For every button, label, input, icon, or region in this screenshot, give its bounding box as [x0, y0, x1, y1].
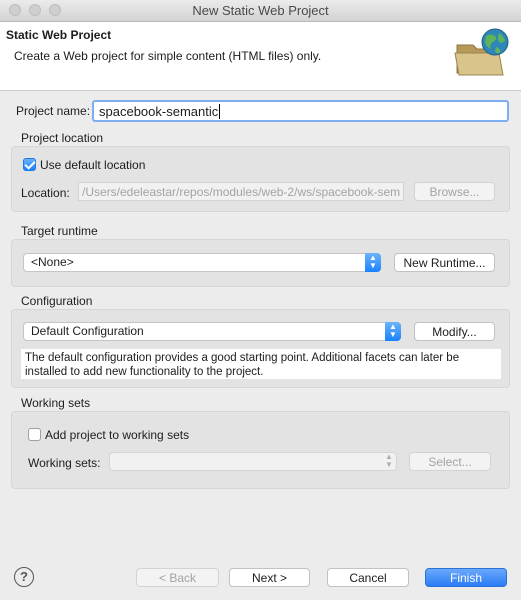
working-sets-group-label: Working sets	[21, 396, 91, 410]
project-name-value: spacebook-semantic	[99, 104, 219, 119]
select-working-sets-button[interactable]: Select...	[409, 452, 491, 471]
page-title: Static Web Project	[6, 28, 112, 42]
project-location-group	[11, 146, 510, 212]
working-sets-label: Working sets:	[28, 456, 101, 470]
location-value: /Users/edeleastar/repos/modules/web-2/ws…	[82, 185, 401, 199]
target-runtime-group-label: Target runtime	[21, 224, 98, 238]
modify-button[interactable]: Modify...	[414, 322, 495, 341]
page-description: Create a Web project for simple content …	[14, 49, 322, 63]
working-sets-select[interactable]: ▲ ▼	[109, 452, 397, 471]
title-bar: New Static Web Project	[0, 0, 521, 22]
finish-button[interactable]: Finish	[425, 568, 507, 587]
next-button[interactable]: Next >	[229, 568, 310, 587]
configuration-value: Default Configuration	[31, 324, 144, 338]
location-input[interactable]: /Users/edeleastar/repos/modules/web-2/ws…	[78, 182, 404, 201]
browse-button[interactable]: Browse...	[414, 182, 495, 201]
configuration-group-label: Configuration	[21, 294, 93, 308]
add-to-working-sets-checkbox[interactable]	[28, 428, 41, 441]
project-name-label: Project name:	[16, 104, 91, 118]
target-runtime-select[interactable]: <None> ▲ ▼	[23, 253, 381, 272]
target-runtime-value: <None>	[31, 255, 74, 269]
select-arrows-icon: ▲ ▼	[385, 322, 401, 341]
configuration-description: The default configuration provides a goo…	[21, 349, 501, 379]
use-default-location-label: Use default location	[40, 158, 146, 172]
wizard-header: Static Web Project Create a Web project …	[0, 22, 521, 91]
window-title: New Static Web Project	[192, 3, 329, 18]
select-arrows-icon: ▲ ▼	[365, 253, 381, 272]
folder-globe-icon	[454, 28, 509, 76]
project-name-input[interactable]: spacebook-semantic	[92, 100, 509, 122]
add-to-working-sets-label: Add project to working sets	[45, 428, 190, 442]
cancel-button[interactable]: Cancel	[327, 568, 409, 587]
location-label: Location:	[21, 186, 70, 200]
new-runtime-button[interactable]: New Runtime...	[394, 253, 495, 272]
configuration-select[interactable]: Default Configuration ▲ ▼	[23, 322, 401, 341]
working-sets-group	[11, 411, 510, 489]
use-default-location-checkbox[interactable]	[23, 158, 36, 171]
project-location-group-label: Project location	[21, 131, 104, 145]
select-arrows-icon: ▲ ▼	[385, 452, 393, 469]
back-button[interactable]: < Back	[136, 568, 219, 587]
help-icon[interactable]: ?	[14, 567, 34, 587]
